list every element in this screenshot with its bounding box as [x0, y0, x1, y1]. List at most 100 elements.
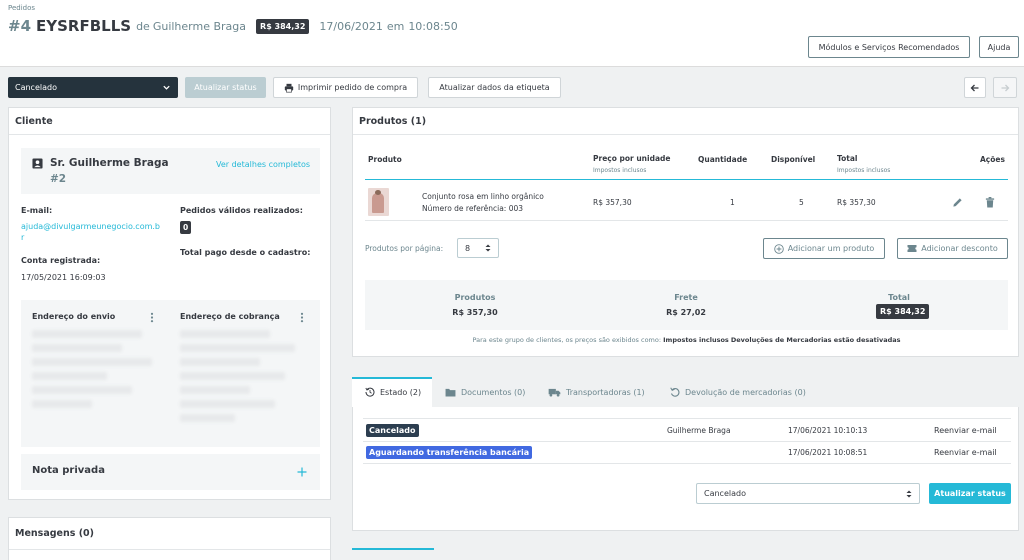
arrow-left-icon: [970, 84, 979, 91]
footnote-taxes: Impostos inclusos: [663, 336, 729, 344]
edit-pencil-icon[interactable]: [952, 197, 963, 208]
history-status-badge: Cancelado: [366, 424, 419, 437]
tab-status[interactable]: Estado (2): [365, 377, 421, 407]
blurred-address-line: [180, 372, 285, 380]
billing-address-label: Endereço de cobrança: [180, 312, 280, 321]
order-number: #4: [8, 17, 32, 35]
total-paid-label: Total pago desde o cadastro:: [180, 248, 311, 257]
history-date: 17/06/2021 10:10:13: [788, 426, 868, 435]
summary-total-badge: R$ 384,32: [876, 304, 930, 319]
registered-value: 17/05/2021 16:09:03: [21, 273, 106, 282]
help-button[interactable]: Ajuda: [979, 36, 1019, 58]
arrow-right-icon: [1001, 84, 1010, 91]
messages-card-title: Mensagens (0): [9, 518, 330, 550]
tab-documents[interactable]: Documentos (0): [445, 377, 525, 407]
private-note-box[interactable]: Nota privada: [21, 454, 320, 490]
print-order-label: Imprimir pedido de compra: [297, 83, 408, 92]
col-total: Total: [837, 154, 858, 163]
addresses-box: Endereço do envio Endereço de cobrança: [21, 300, 320, 447]
product-reference[interactable]: Número de referência: 003: [422, 204, 523, 213]
printer-icon: [284, 83, 294, 92]
tab-carriers[interactable]: Transportadoras (1): [548, 377, 645, 407]
update-status-button[interactable]: Atualizar status: [929, 483, 1011, 504]
add-discount-label: Adicionar desconto: [921, 244, 998, 253]
per-page-select[interactable]: 8: [457, 238, 499, 258]
col-available: Disponível: [771, 155, 816, 164]
tab-carriers-label: Transportadoras (1): [566, 387, 645, 397]
page-title: #4 EYSRFBLLS de Guilherme Braga R$ 384,3…: [8, 17, 458, 35]
folder-icon: [445, 388, 456, 397]
prev-order-button[interactable]: [964, 77, 986, 98]
blurred-address-line: [32, 386, 132, 394]
summary-total-label: Total: [888, 293, 910, 302]
blurred-address-line: [32, 358, 152, 366]
add-product-button[interactable]: Adicionar um produto: [763, 238, 885, 259]
sort-arrows-icon: [906, 490, 912, 497]
customer-card-title: Cliente: [9, 108, 330, 135]
tab-status-label: Estado (2): [380, 387, 422, 397]
recommended-modules-button[interactable]: Módulos e Serviços Recomendados: [808, 36, 970, 58]
view-customer-details-link[interactable]: Ver detalhes completos: [216, 160, 310, 169]
product-thumbnail: [368, 188, 389, 216]
add-discount-button[interactable]: Adicionar desconto: [897, 238, 1008, 259]
update-label-button[interactable]: Atualizar dados da etiqueta: [428, 77, 561, 98]
blurred-address-line: [180, 330, 270, 338]
resend-email-link[interactable]: Reenviar e-mail: [934, 448, 997, 457]
order-status-select[interactable]: Cancelado: [8, 77, 178, 98]
order-status-value: Cancelado: [15, 83, 57, 92]
order-total-badge: R$ 384,32: [256, 18, 310, 34]
footnote-prefix: Para este grupo de clientes, os preços s…: [472, 336, 662, 344]
blurred-address-line: [32, 372, 107, 380]
valid-orders-label: Pedidos válidos realizados:: [180, 206, 303, 215]
registered-label: Conta registrada:: [21, 256, 101, 265]
new-status-select[interactable]: Cancelado: [696, 483, 920, 504]
product-unit-price: R$ 357,30: [593, 198, 632, 207]
customer-name-title: Guilherme Braga: [152, 19, 247, 33]
history-divider: [363, 418, 1011, 419]
title-de: de: [136, 19, 150, 33]
col-quantity: Quantidade: [698, 155, 748, 164]
title-em: em: [386, 19, 405, 33]
blurred-address-line: [32, 330, 142, 338]
product-quantity: 1: [730, 198, 735, 207]
chevron-down-icon: [163, 85, 170, 90]
table-header-divider: [365, 179, 1008, 180]
next-order-button[interactable]: [993, 77, 1017, 98]
per-page-label: Produtos por página:: [365, 244, 444, 253]
new-status-value: Cancelado: [704, 489, 746, 498]
trash-icon[interactable]: [985, 197, 995, 208]
blurred-address-line: [180, 400, 275, 408]
tab-returns[interactable]: Devolução de mercadorias (0): [670, 377, 806, 407]
customer-email-link[interactable]: ajuda@divulgarmeunegocio.com.b r: [21, 222, 160, 242]
col-unit-price: Preço por unidade: [593, 154, 671, 163]
blurred-address-line: [180, 414, 235, 422]
plus-icon[interactable]: [297, 467, 307, 477]
order-time: 10:08:50: [408, 19, 458, 33]
history-status-badge: Aguardando transferência bancária: [366, 446, 533, 459]
pricing-footnote: Para este grupo de clientes, os preços s…: [353, 336, 1020, 344]
footnote-returns: Devoluções de Mercadorias estão desativa…: [730, 336, 901, 344]
summary-products-label: Produtos: [454, 293, 496, 302]
print-order-button[interactable]: Imprimir pedido de compra: [273, 77, 418, 98]
blurred-address-line: [180, 386, 250, 394]
user-card-icon: [32, 158, 43, 169]
undo-icon: [670, 387, 680, 397]
next-section-tab-indicator: [352, 548, 434, 550]
kebab-menu-icon[interactable]: [300, 312, 304, 323]
products-card-title: Produtos (1): [353, 108, 1018, 135]
product-name-link[interactable]: Conjunto rosa em linho orgânico: [422, 192, 544, 201]
product-available: 5: [799, 198, 804, 207]
resend-email-link[interactable]: Reenviar e-mail: [934, 426, 997, 435]
tab-documents-label: Documentos (0): [461, 387, 526, 397]
kebab-menu-icon[interactable]: [150, 312, 154, 323]
truck-icon: [548, 388, 561, 397]
breadcrumb[interactable]: Pedidos: [8, 4, 35, 12]
ticket-icon: [907, 245, 917, 252]
blurred-address-line: [180, 358, 260, 366]
email-label: E-mail:: [21, 206, 53, 215]
product-total: R$ 357,30: [837, 198, 876, 207]
page-header: Pedidos #4 EYSRFBLLS de Guilherme Braga …: [0, 0, 1024, 67]
customer-summary-box: Sr. Guilherme Braga #2 Ver detalhes comp…: [21, 148, 320, 194]
summary-products-value: R$ 357,30: [452, 308, 498, 317]
update-status-button-disabled[interactable]: Atualizar status: [185, 77, 266, 98]
